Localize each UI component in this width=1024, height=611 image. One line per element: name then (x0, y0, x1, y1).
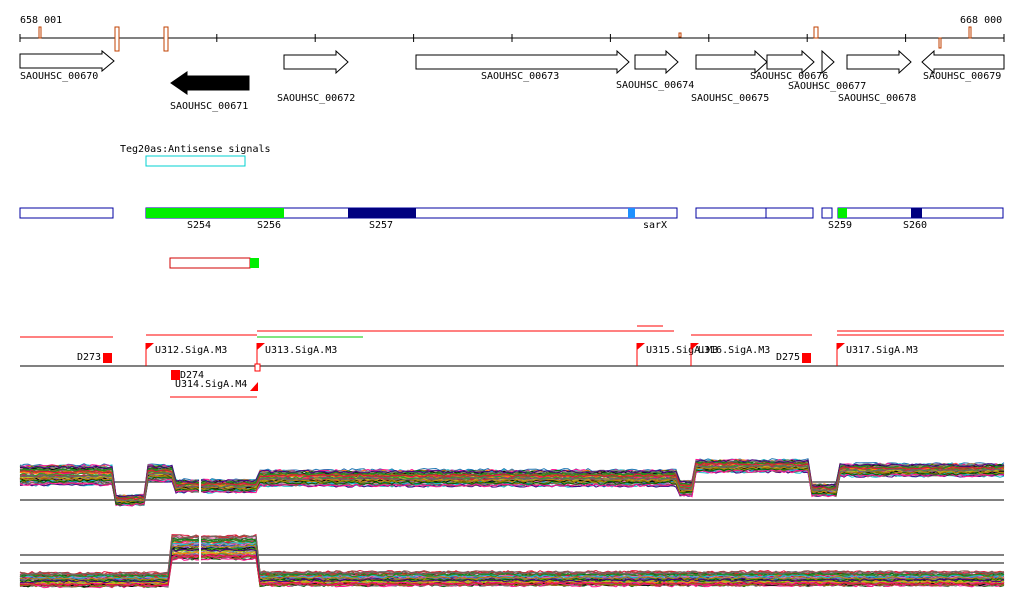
promoter-flag-u312[interactable] (146, 343, 154, 350)
segment-sarx[interactable] (628, 208, 635, 218)
feature-mark (678, 32, 682, 38)
gene-saouhsc-00674[interactable]: SAOUHSC_00674 (616, 49, 694, 91)
segment-track: S254 S256 S257 sarX S259 S260 (19, 207, 1004, 269)
gene-label: SAOUHSC_00679 (923, 71, 1001, 82)
gene-label: SAOUHSC_00674 (616, 80, 694, 91)
promoter-flag-u314[interactable] (250, 382, 258, 391)
promoter-flag-u315[interactable] (637, 343, 645, 350)
gene-arrow[interactable] (821, 49, 835, 75)
segment-box[interactable] (19, 207, 114, 219)
antisense-track: Teg20as:Antisense signals (120, 144, 271, 167)
expression-profile (19, 535, 1005, 576)
promoter-label: U313.SigA.M3 (265, 345, 337, 356)
gene-label: SAOUHSC_00670 (20, 71, 98, 82)
promoter-flag-u317[interactable] (837, 343, 845, 350)
axis-start-label: 658 001 (20, 15, 62, 26)
expression-panel-lower (19, 530, 1005, 589)
segment-label: S256 (257, 220, 281, 231)
gene-arrow[interactable] (766, 49, 815, 75)
feature-mark (38, 26, 42, 39)
gene-saouhsc-00673[interactable]: SAOUHSC_00673 (415, 49, 630, 82)
gene-label: SAOUHSC_00678 (838, 93, 916, 104)
promoter-label: D273 (77, 352, 101, 363)
promoter-track: D273 U312.SigA.M3 U313.SigA.M3 D274 U314… (20, 325, 1004, 398)
gap-marker (199, 458, 201, 498)
gene-label: SAOUHSC_00671 (170, 101, 248, 112)
segment-s260[interactable] (911, 208, 922, 218)
feature-mark (114, 26, 120, 52)
gene-saouhsc-00670[interactable]: SAOUHSC_00670 (19, 49, 115, 82)
gene-label: SAOUHSC_00673 (481, 71, 559, 82)
segment-label: sarX (643, 220, 667, 231)
expression-profile (19, 535, 1005, 576)
gene-arrow[interactable] (634, 49, 679, 75)
segment-s257[interactable] (348, 208, 416, 218)
promoter-marker-d275[interactable] (802, 353, 811, 363)
gene-saouhsc-00672[interactable]: SAOUHSC_00672 (277, 49, 355, 104)
expression-profiles (19, 530, 1005, 589)
segment-label: S254 (187, 220, 211, 231)
gene-arrow[interactable] (415, 49, 630, 75)
coordinate-axis: 658 001 668 000 (19, 15, 1005, 52)
promoter-label: U312.SigA.M3 (155, 345, 227, 356)
promoter-open-marker[interactable] (254, 363, 261, 372)
expression-profile (19, 537, 1005, 577)
segment-s259[interactable] (838, 208, 847, 218)
antisense-label: Teg20as:Antisense signals (120, 144, 271, 155)
promoter-label: D275 (776, 352, 800, 363)
segment-s254[interactable] (146, 208, 284, 218)
segment-box[interactable] (821, 207, 833, 219)
feature-mark (163, 26, 169, 52)
gene-label: SAOUHSC_00675 (691, 93, 769, 104)
gene-saouhsc-00671[interactable]: SAOUHSC_00671 (170, 71, 250, 112)
gene-arrow[interactable] (695, 49, 768, 75)
segment-box[interactable] (695, 207, 814, 219)
gap-marker (199, 530, 201, 578)
feature-mark (938, 37, 942, 49)
promoter-label: U317.SigA.M3 (846, 345, 918, 356)
gene-arrow[interactable] (921, 49, 1005, 75)
gene-track: SAOUHSC_00670 SAOUHSC_00671 SAOUHSC_0067… (19, 49, 1005, 112)
antisense-region[interactable] (145, 155, 246, 167)
gene-label: SAOUHSC_00677 (788, 81, 866, 92)
segment-label: S260 (903, 220, 927, 231)
gene-arrow[interactable] (846, 49, 912, 75)
feature-mark (968, 26, 972, 39)
promoter-label: U314.SigA.M4 (175, 379, 247, 390)
gene-arrow[interactable] (19, 49, 115, 73)
axis-end-label: 668 000 (960, 15, 1002, 26)
promoter-flag-u313[interactable] (257, 343, 265, 350)
gene-saouhsc-00679[interactable]: SAOUHSC_00679 (921, 49, 1005, 82)
genome-browser: 658 001 668 000 SAOUHSC_00670 SAOUHSC_00… (19, 15, 1005, 589)
gene-arrow[interactable] (170, 71, 250, 95)
gene-arrow[interactable] (283, 49, 349, 75)
expression-panel-upper (19, 458, 1005, 507)
segment-label: S257 (369, 220, 393, 231)
gene-label: SAOUHSC_00672 (277, 93, 355, 104)
segment-green-end[interactable] (250, 258, 259, 268)
promoter-marker-d273[interactable] (103, 353, 112, 363)
segment-box[interactable] (169, 257, 251, 269)
segment-label: S259 (828, 220, 852, 231)
promoter-label: U316.SigA.M3 (698, 345, 770, 356)
gene-saouhsc-00678[interactable]: SAOUHSC_00678 (838, 49, 916, 104)
feature-marks (38, 26, 972, 52)
feature-mark (813, 26, 819, 39)
